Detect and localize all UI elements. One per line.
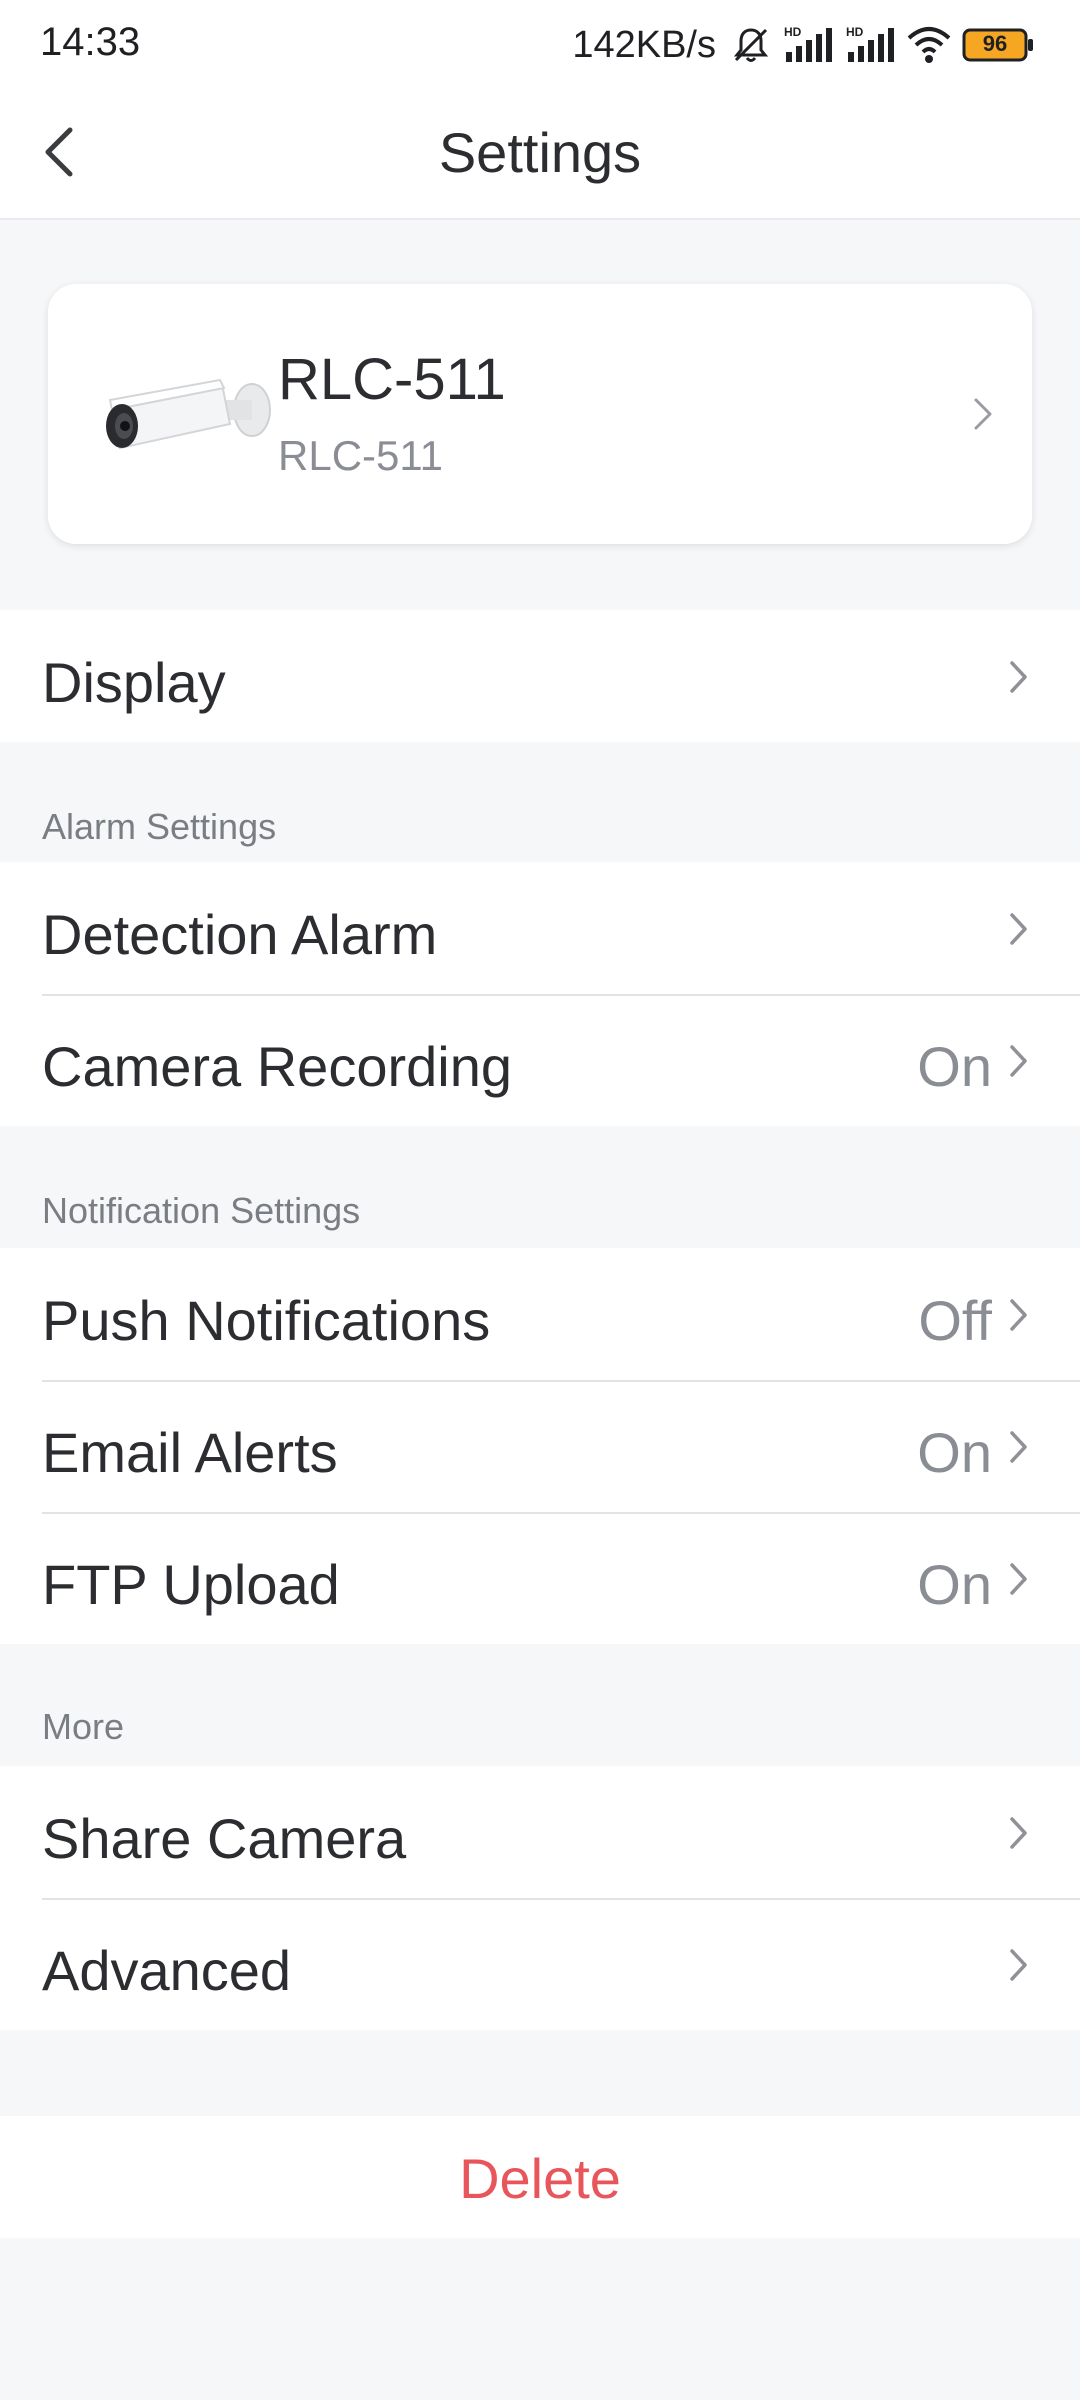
row-value: On bbox=[917, 1553, 992, 1616]
row-label: Camera Recording bbox=[42, 1035, 512, 1098]
row-label: Advanced bbox=[42, 1939, 292, 2002]
more-settings-group: Share Camera Advanced bbox=[0, 1766, 1080, 2030]
settings-row-advanced[interactable]: Advanced bbox=[0, 1898, 1080, 2030]
settings-row-camera-recording[interactable]: Camera Recording On bbox=[0, 994, 1080, 1126]
settings-row-ftp-upload[interactable]: FTP Upload On bbox=[0, 1512, 1080, 1644]
section-header-notification: Notification Settings bbox=[42, 1190, 361, 1231]
device-model: RLC-511 bbox=[278, 432, 443, 479]
display-group: Display bbox=[0, 610, 1080, 742]
wifi-icon bbox=[907, 27, 951, 63]
app-header: Settings bbox=[0, 90, 1080, 220]
delete-button[interactable]: Delete bbox=[0, 2116, 1080, 2238]
chevron-right-icon bbox=[1010, 913, 1027, 945]
chevron-right-icon bbox=[1010, 1299, 1027, 1331]
settings-row-detection-alarm[interactable]: Detection Alarm bbox=[0, 862, 1080, 994]
status-time: 14:33 bbox=[40, 20, 141, 64]
row-value: On bbox=[917, 1421, 992, 1484]
section-header-alarm: Alarm Settings bbox=[42, 806, 277, 847]
mute-icon bbox=[733, 28, 769, 62]
network-speed: 142KB/s bbox=[572, 23, 716, 66]
signal-hd-icon: HD bbox=[784, 25, 832, 62]
svg-text:HD: HD bbox=[846, 25, 864, 39]
battery-icon: 96 bbox=[962, 28, 1034, 62]
chevron-right-icon bbox=[1010, 1045, 1027, 1077]
settings-row-push-notifications[interactable]: Push Notifications Off bbox=[0, 1248, 1080, 1380]
chevron-right-icon bbox=[1010, 1563, 1027, 1595]
svg-text:HD: HD bbox=[784, 25, 802, 39]
row-label: Detection Alarm bbox=[42, 903, 438, 966]
delete-label: Delete bbox=[459, 2147, 621, 2210]
page-title: Settings bbox=[438, 121, 642, 184]
row-label: Display bbox=[42, 651, 226, 714]
device-card[interactable]: RLC-511 RLC-511 bbox=[48, 284, 1032, 544]
row-label: Push Notifications bbox=[42, 1289, 491, 1352]
device-name: RLC-511 bbox=[278, 347, 506, 412]
chevron-right-icon bbox=[1010, 661, 1027, 693]
chevron-right-icon bbox=[1010, 1431, 1027, 1463]
row-label: FTP Upload bbox=[42, 1553, 340, 1616]
settings-row-display[interactable]: Display bbox=[0, 610, 1080, 742]
battery-level: 96 bbox=[982, 31, 1008, 56]
chevron-right-icon bbox=[974, 398, 992, 430]
section-header-more: More bbox=[42, 1706, 125, 1747]
chevron-right-icon bbox=[1010, 1817, 1027, 1849]
camera-icon bbox=[106, 378, 271, 450]
signal-hd-icon: HD bbox=[846, 25, 894, 62]
settings-row-email-alerts[interactable]: Email Alerts On bbox=[0, 1380, 1080, 1512]
row-label: Email Alerts bbox=[42, 1421, 338, 1484]
row-label: Share Camera bbox=[42, 1807, 407, 1870]
settings-row-share-camera[interactable]: Share Camera bbox=[0, 1766, 1080, 1898]
row-value: Off bbox=[918, 1289, 992, 1352]
status-icons: 142KB/s HD HD 96 bbox=[572, 18, 1034, 72]
chevron-right-icon bbox=[1010, 1949, 1027, 1981]
notification-settings-group: Push Notifications Off Email Alerts On F… bbox=[0, 1248, 1080, 1644]
row-value: On bbox=[917, 1035, 992, 1098]
status-bar: 14:33 142KB/s HD HD 96 bbox=[0, 0, 1080, 90]
alarm-settings-group: Detection Alarm Camera Recording On bbox=[0, 862, 1080, 1126]
